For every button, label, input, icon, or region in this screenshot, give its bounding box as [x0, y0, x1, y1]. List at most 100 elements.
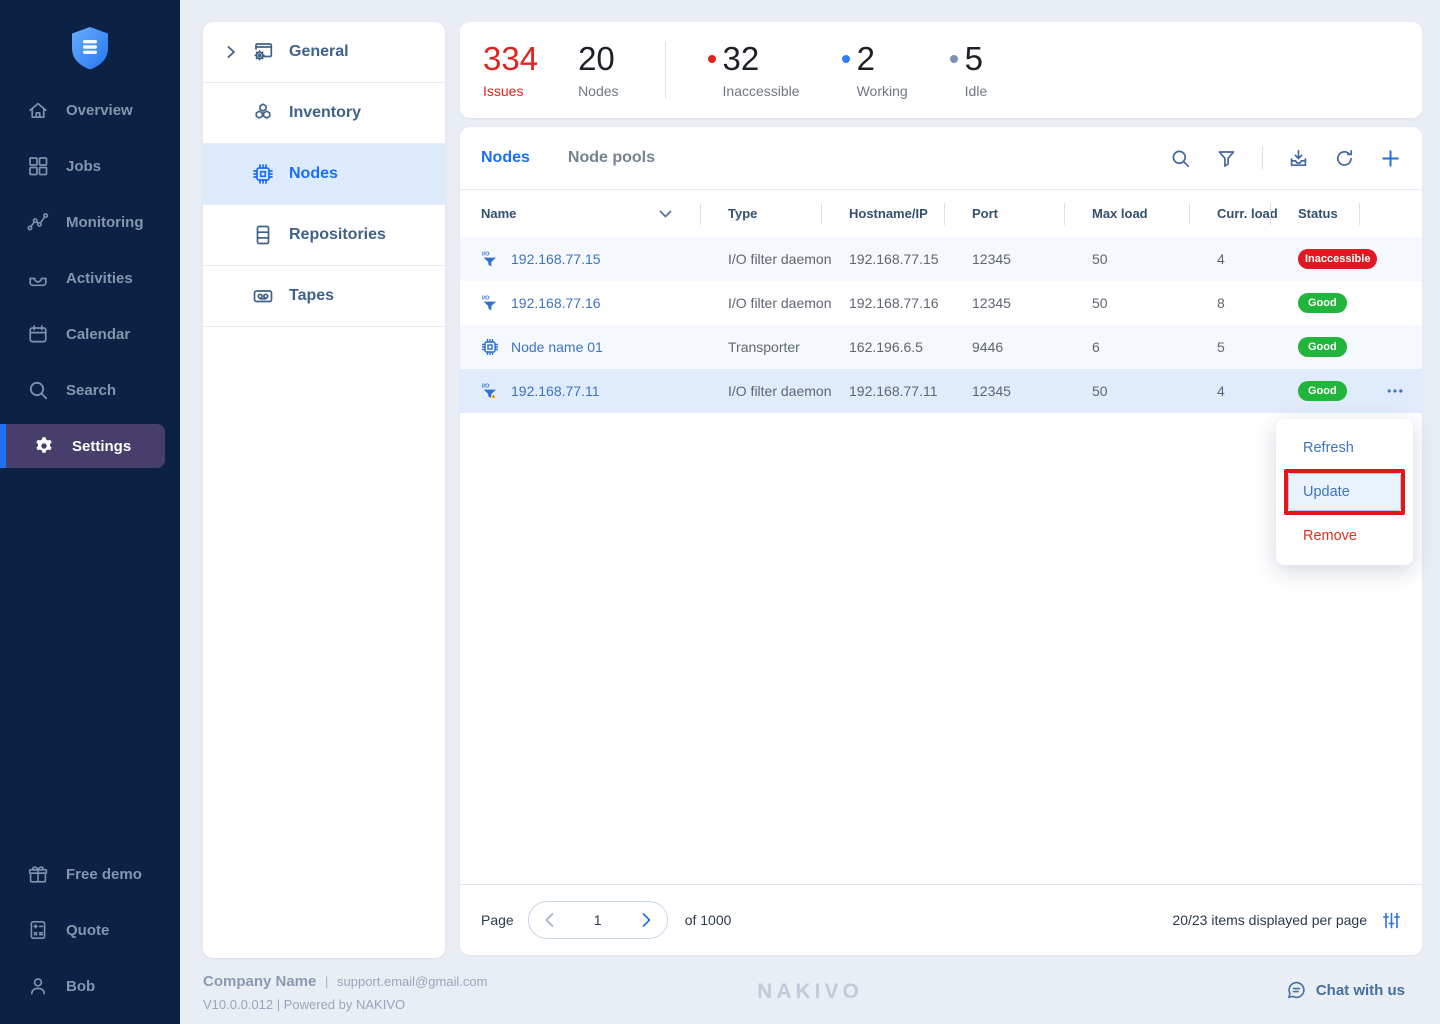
- sidebar-item-label: Settings: [72, 438, 131, 455]
- context-menu-refresh[interactable]: Refresh: [1276, 428, 1413, 468]
- tab-nodes[interactable]: Nodes: [481, 149, 530, 167]
- transporter-icon: [481, 338, 499, 356]
- stat-inaccessible-value: 32: [723, 41, 760, 77]
- settings-nav-tapes[interactable]: Tapes: [203, 266, 445, 327]
- calendar-icon: [27, 323, 49, 345]
- settings-nav: General Inventory Nodes: [203, 22, 445, 958]
- svg-text:I/O: I/O: [482, 296, 490, 302]
- settings-nav-general[interactable]: General: [203, 22, 445, 83]
- sidebar-item-label: Search: [66, 382, 116, 399]
- tape-icon: [251, 284, 275, 308]
- context-menu-remove[interactable]: Remove: [1276, 516, 1413, 556]
- sidebar-item-settings[interactable]: Settings: [0, 424, 165, 468]
- stat-nodes-value: 20: [578, 41, 618, 77]
- cell-curr-load: 4: [1203, 383, 1284, 399]
- settings-nav-nodes[interactable]: Nodes: [203, 144, 445, 205]
- chevron-placeholder: [223, 288, 239, 304]
- node-name-link[interactable]: 192.168.77.11: [511, 383, 600, 399]
- sidebar-bottom-nav: Free demo Quote Bob: [0, 846, 180, 1014]
- status-badge: Inaccessible: [1298, 249, 1377, 269]
- nakivo-wordmark: NAKIVO: [180, 980, 1440, 1004]
- node-name-link[interactable]: 192.168.77.15: [511, 251, 601, 267]
- cell-hostname: 192.168.77.15: [835, 251, 958, 267]
- table-header-row: Name Type Hostname/IP Port Max load Curr…: [460, 190, 1422, 237]
- tab-node-pools[interactable]: Node pools: [568, 149, 655, 167]
- cell-curr-load: 5: [1203, 339, 1284, 355]
- previous-page-icon[interactable]: [544, 912, 555, 928]
- current-page-value[interactable]: 1: [594, 912, 602, 928]
- node-name-link[interactable]: 192.168.77.16: [511, 295, 601, 311]
- chat-with-us-button[interactable]: Chat with us: [1286, 980, 1405, 1001]
- cell-curr-load: 4: [1203, 251, 1284, 267]
- refresh-icon[interactable]: [1334, 148, 1355, 169]
- node-name-link[interactable]: Node name 01: [511, 339, 603, 355]
- page-stepper: 1: [528, 901, 668, 939]
- cell-curr-load: 8: [1203, 295, 1284, 311]
- stat-inaccessible: 32 Inaccessible: [708, 41, 800, 99]
- sidebar-item-label: Jobs: [66, 158, 101, 175]
- settings-nav-inventory[interactable]: Inventory: [203, 83, 445, 144]
- panel-header: Nodes Node pools: [460, 127, 1422, 190]
- context-menu-update[interactable]: Update: [1288, 473, 1401, 511]
- sidebar-item-monitoring[interactable]: Monitoring: [0, 194, 180, 250]
- sidebar-item-label: Free demo: [66, 866, 142, 883]
- cell-max-load: 50: [1078, 383, 1203, 399]
- cell-max-load: 50: [1078, 251, 1203, 267]
- sidebar-item-label: Quote: [66, 922, 109, 939]
- sidebar-item-search[interactable]: Search: [0, 362, 180, 418]
- general-settings-icon: [251, 40, 275, 64]
- next-page-icon[interactable]: [641, 912, 652, 928]
- column-header-curr-load: Curr. load: [1203, 206, 1284, 221]
- cell-type: Transporter: [714, 339, 835, 355]
- svg-text:I/O: I/O: [482, 384, 490, 390]
- sidebar-nav: Overview Jobs Monitoring: [0, 82, 180, 474]
- app-logo[interactable]: [0, 26, 180, 76]
- row-actions-kebab-icon[interactable]: [1387, 388, 1403, 394]
- sidebar-item-jobs[interactable]: Jobs: [0, 138, 180, 194]
- stat-issues-value: 334: [483, 41, 538, 77]
- table-settings-icon[interactable]: [1382, 911, 1401, 930]
- page-label: Page: [481, 912, 514, 928]
- import-icon[interactable]: [1288, 148, 1309, 169]
- settings-nav-repositories[interactable]: Repositories: [203, 205, 445, 266]
- table-row-selected[interactable]: I/O 192.168.77.11 I/O filter daemon 192.…: [460, 369, 1422, 413]
- cell-port: 12345: [958, 295, 1078, 311]
- sidebar-item-quote[interactable]: Quote: [0, 902, 180, 958]
- status-dot-working: [842, 55, 850, 63]
- sidebar-item-calendar[interactable]: Calendar: [0, 306, 180, 362]
- sidebar-item-activities[interactable]: Activities: [0, 250, 180, 306]
- settings-nav-label: Nodes: [289, 165, 338, 183]
- gift-icon: [27, 863, 49, 885]
- table-row[interactable]: Node name 01 Transporter 162.196.6.5 944…: [460, 325, 1422, 369]
- annotation-update-highlight: Update: [1284, 469, 1405, 515]
- cell-hostname: 192.168.77.11: [835, 383, 958, 399]
- column-header-name[interactable]: Name: [481, 206, 714, 221]
- inbox-icon: [27, 267, 49, 289]
- filter-icon[interactable]: [1216, 148, 1237, 169]
- search-icon[interactable]: [1170, 148, 1191, 169]
- stat-idle-value: 5: [965, 41, 983, 77]
- add-icon[interactable]: [1380, 148, 1401, 169]
- shield-logo-icon: [67, 26, 113, 76]
- search-icon: [27, 379, 49, 401]
- stat-working: 2 Working: [842, 41, 908, 99]
- cell-type: I/O filter daemon: [714, 251, 835, 267]
- stat-issues-label: Issues: [483, 83, 538, 99]
- stat-idle: 5 Idle: [950, 41, 988, 99]
- status-dot-inaccessible: [708, 55, 716, 63]
- total-pages-label: of 1000: [685, 912, 732, 928]
- sidebar-item-user-bob[interactable]: Bob: [0, 958, 180, 1014]
- sidebar-item-free-demo[interactable]: Free demo: [0, 846, 180, 902]
- sidebar-item-overview[interactable]: Overview: [0, 82, 180, 138]
- io-filter-daemon-icon: I/O: [481, 250, 499, 268]
- table-row[interactable]: I/O 192.168.77.16 I/O filter daemon 192.…: [460, 281, 1422, 325]
- app-root: Overview Jobs Monitoring: [0, 0, 1440, 1024]
- table-row[interactable]: I/O 192.168.77.15 I/O filter daemon 192.…: [460, 237, 1422, 281]
- toolbar-divider: [1262, 146, 1263, 170]
- stat-issues: 334 Issues: [483, 41, 538, 99]
- table-footer: Page 1 of 1000 20/23 items displayed per…: [460, 884, 1422, 955]
- repository-icon: [251, 223, 275, 247]
- chevron-down-icon[interactable]: [659, 210, 672, 218]
- status-badge: Good: [1298, 381, 1347, 401]
- settings-nav-label: Repositories: [289, 226, 386, 244]
